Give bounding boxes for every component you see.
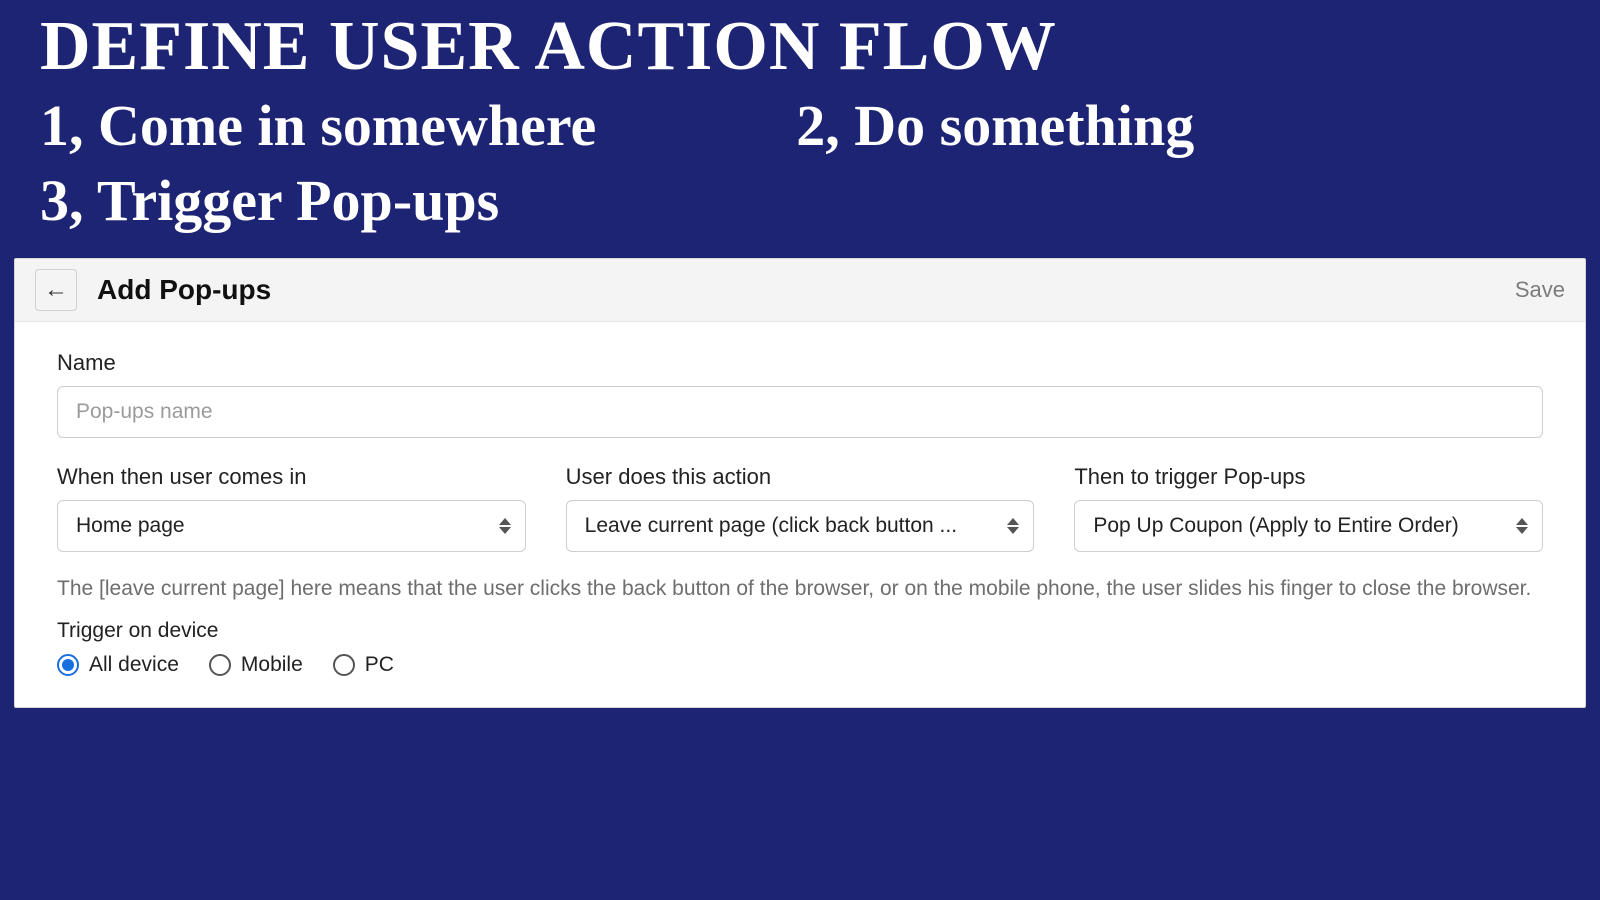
sort-icon [1007,518,1019,534]
radio-mobile-label: Mobile [241,653,303,677]
radio-pc-label: PC [365,653,394,677]
name-label: Name [57,350,1543,376]
hero-step-1: 1, Come in somewhere [40,88,596,163]
action-select[interactable]: Leave current page (click back button ..… [566,500,1035,552]
radio-all-label: All device [89,653,179,677]
hero-step-2: 2, Do something [796,88,1194,163]
hero-banner: DEFINE USER ACTION FLOW 1, Come in somew… [0,0,1600,258]
when-column: When then user comes in Home page [57,464,526,552]
radio-mobile[interactable]: Mobile [209,653,303,677]
sort-icon [499,518,511,534]
selects-row: When then user comes in Home page User d… [57,464,1543,552]
hero-steps: 1, Come in somewhere 2, Do something 3, … [40,88,1560,239]
panel-title: Add Pop-ups [97,274,1515,306]
trigger-label: Then to trigger Pop-ups [1074,464,1543,490]
when-label: When then user comes in [57,464,526,490]
trigger-column: Then to trigger Pop-ups Pop Up Coupon (A… [1074,464,1543,552]
arrow-left-icon: ← [44,278,68,302]
trigger-select[interactable]: Pop Up Coupon (Apply to Entire Order) [1074,500,1543,552]
radio-icon [333,654,355,676]
device-radio-group: All device Mobile PC [57,653,1543,677]
device-label: Trigger on device [57,619,1543,643]
trigger-select-value: Pop Up Coupon (Apply to Entire Order) [1093,514,1498,538]
radio-pc[interactable]: PC [333,653,394,677]
action-label: User does this action [566,464,1035,490]
panel-body: Name When then user comes in Home page U… [15,322,1585,706]
action-select-value: Leave current page (click back button ..… [585,514,990,538]
hero-step-3: 3, Trigger Pop-ups [40,163,1560,238]
radio-all-device[interactable]: All device [57,653,179,677]
panel-header: ← Add Pop-ups Save [15,259,1585,322]
radio-icon-selected [57,654,79,676]
hero-title: DEFINE USER ACTION FLOW [40,10,1560,84]
save-button[interactable]: Save [1515,277,1565,303]
action-column: User does this action Leave current page… [566,464,1035,552]
when-select-value: Home page [76,514,481,538]
form-panel: ← Add Pop-ups Save Name When then user c… [14,258,1586,707]
back-button[interactable]: ← [35,269,77,311]
sort-icon [1516,518,1528,534]
help-text: The [leave current page] here means that… [57,574,1543,604]
name-input[interactable] [57,386,1543,438]
when-select[interactable]: Home page [57,500,526,552]
radio-icon [209,654,231,676]
